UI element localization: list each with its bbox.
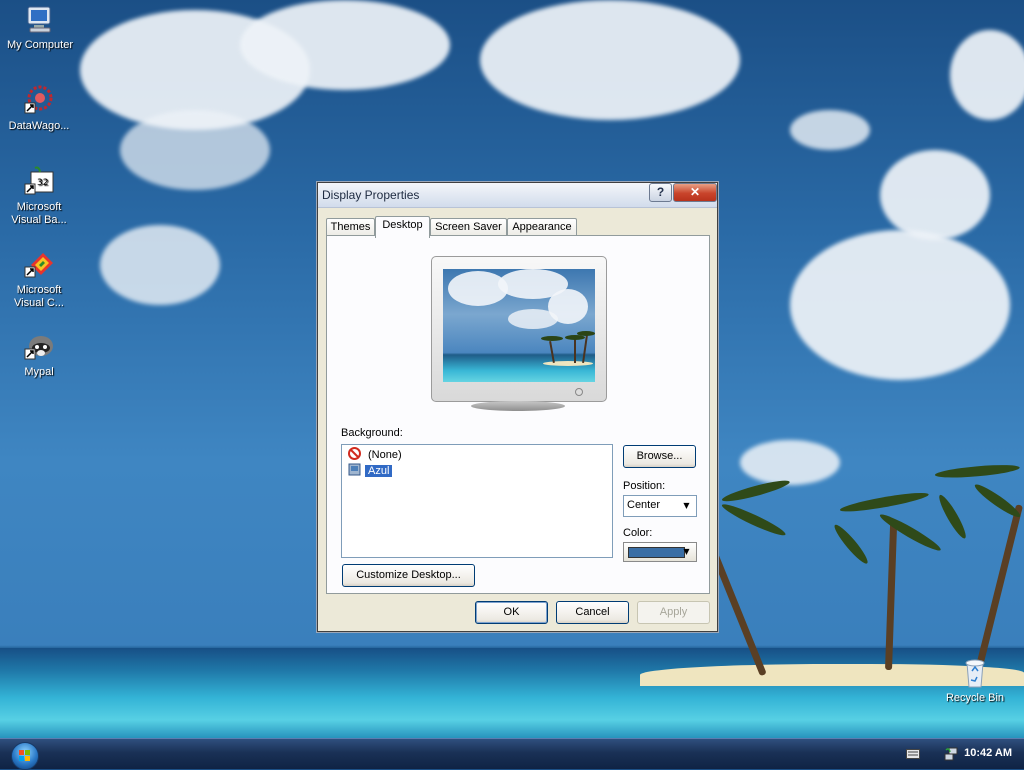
- taskbar: 10:42 AM: [0, 738, 1024, 770]
- browse-button[interactable]: Browse...: [623, 445, 696, 468]
- list-item[interactable]: Azul: [348, 463, 394, 479]
- system-tray: 10:42 AM: [884, 739, 1024, 769]
- background-label: Background:: [341, 427, 403, 439]
- list-item[interactable]: (None): [348, 447, 405, 463]
- apply-button[interactable]: Apply: [637, 601, 710, 624]
- network-icon[interactable]: [944, 747, 958, 764]
- monitor-preview: [431, 256, 607, 412]
- my-computer-icon: [24, 4, 56, 36]
- help-button[interactable]: ?: [649, 183, 672, 202]
- desktop-icon-mypal[interactable]: Mypal: [1, 331, 77, 379]
- color-label: Color:: [623, 527, 653, 539]
- color-picker-button[interactable]: ▼: [623, 542, 697, 562]
- desktop-icon-label: Recycle Bin: [945, 692, 1005, 704]
- desktop-icon-visual-c[interactable]: Microsoft Visual C...: [1, 249, 77, 310]
- visual-basic-icon: 32: [23, 166, 55, 198]
- datawagon-icon: [23, 85, 55, 117]
- color-swatch: [628, 547, 685, 558]
- position-select[interactable]: Center ▼: [623, 495, 697, 517]
- display-properties-dialog: Display Properties ? ✕ Themes Desktop Sc…: [317, 182, 718, 632]
- desktop-icon-label: Microsoft Visual C...: [14, 284, 64, 309]
- wallpaper-preview: [443, 269, 595, 382]
- windows-logo-icon: [19, 750, 30, 761]
- recycle-bin-icon: [959, 657, 991, 689]
- mypal-raccoon-icon: [23, 331, 55, 363]
- desktop-icon-my-computer[interactable]: My Computer: [2, 4, 78, 52]
- none-icon: [348, 447, 361, 460]
- desktop-icon-visual-basic[interactable]: 32 Microsoft Visual Ba...: [1, 166, 77, 227]
- image-file-icon: [348, 463, 361, 476]
- position-label: Position:: [623, 480, 666, 492]
- tab-appearance[interactable]: Appearance: [507, 218, 577, 236]
- visual-c-icon: [23, 249, 55, 281]
- start-button[interactable]: [11, 742, 39, 770]
- desktop-icon-label: Mypal: [24, 366, 54, 378]
- desktop-icon-label: DataWago...: [8, 120, 70, 132]
- dialog-title: Display Properties: [322, 188, 420, 202]
- ok-button[interactable]: OK: [475, 601, 548, 624]
- customize-desktop-button[interactable]: Customize Desktop...: [342, 564, 475, 587]
- cancel-button[interactable]: Cancel: [556, 601, 629, 624]
- clock[interactable]: 10:42 AM: [964, 747, 1012, 759]
- desktop-icon-recycle-bin[interactable]: Recycle Bin: [937, 657, 1013, 705]
- background-listbox[interactable]: (None) Azul: [341, 444, 613, 558]
- close-button[interactable]: ✕: [673, 183, 717, 202]
- desktop-icon-label: My Computer: [6, 39, 74, 51]
- svg-text:32: 32: [37, 178, 48, 188]
- dialog-titlebar[interactable]: Display Properties ? ✕: [318, 183, 717, 208]
- chevron-down-icon: ▼: [683, 501, 690, 510]
- position-value: Center: [627, 499, 661, 511]
- keyboard-icon[interactable]: [906, 749, 920, 762]
- tab-themes[interactable]: Themes: [326, 218, 375, 236]
- tab-screen-saver[interactable]: Screen Saver: [430, 218, 507, 236]
- desktop-icon-datawagon[interactable]: DataWago...: [1, 85, 77, 133]
- chevron-down-icon: ▼: [683, 547, 690, 556]
- desktop-icon-label: Microsoft Visual Ba...: [11, 201, 67, 226]
- tab-desktop[interactable]: Desktop: [375, 216, 430, 238]
- desktop-tab-panel: Background: (None) Azul Browse... Positi…: [326, 235, 710, 594]
